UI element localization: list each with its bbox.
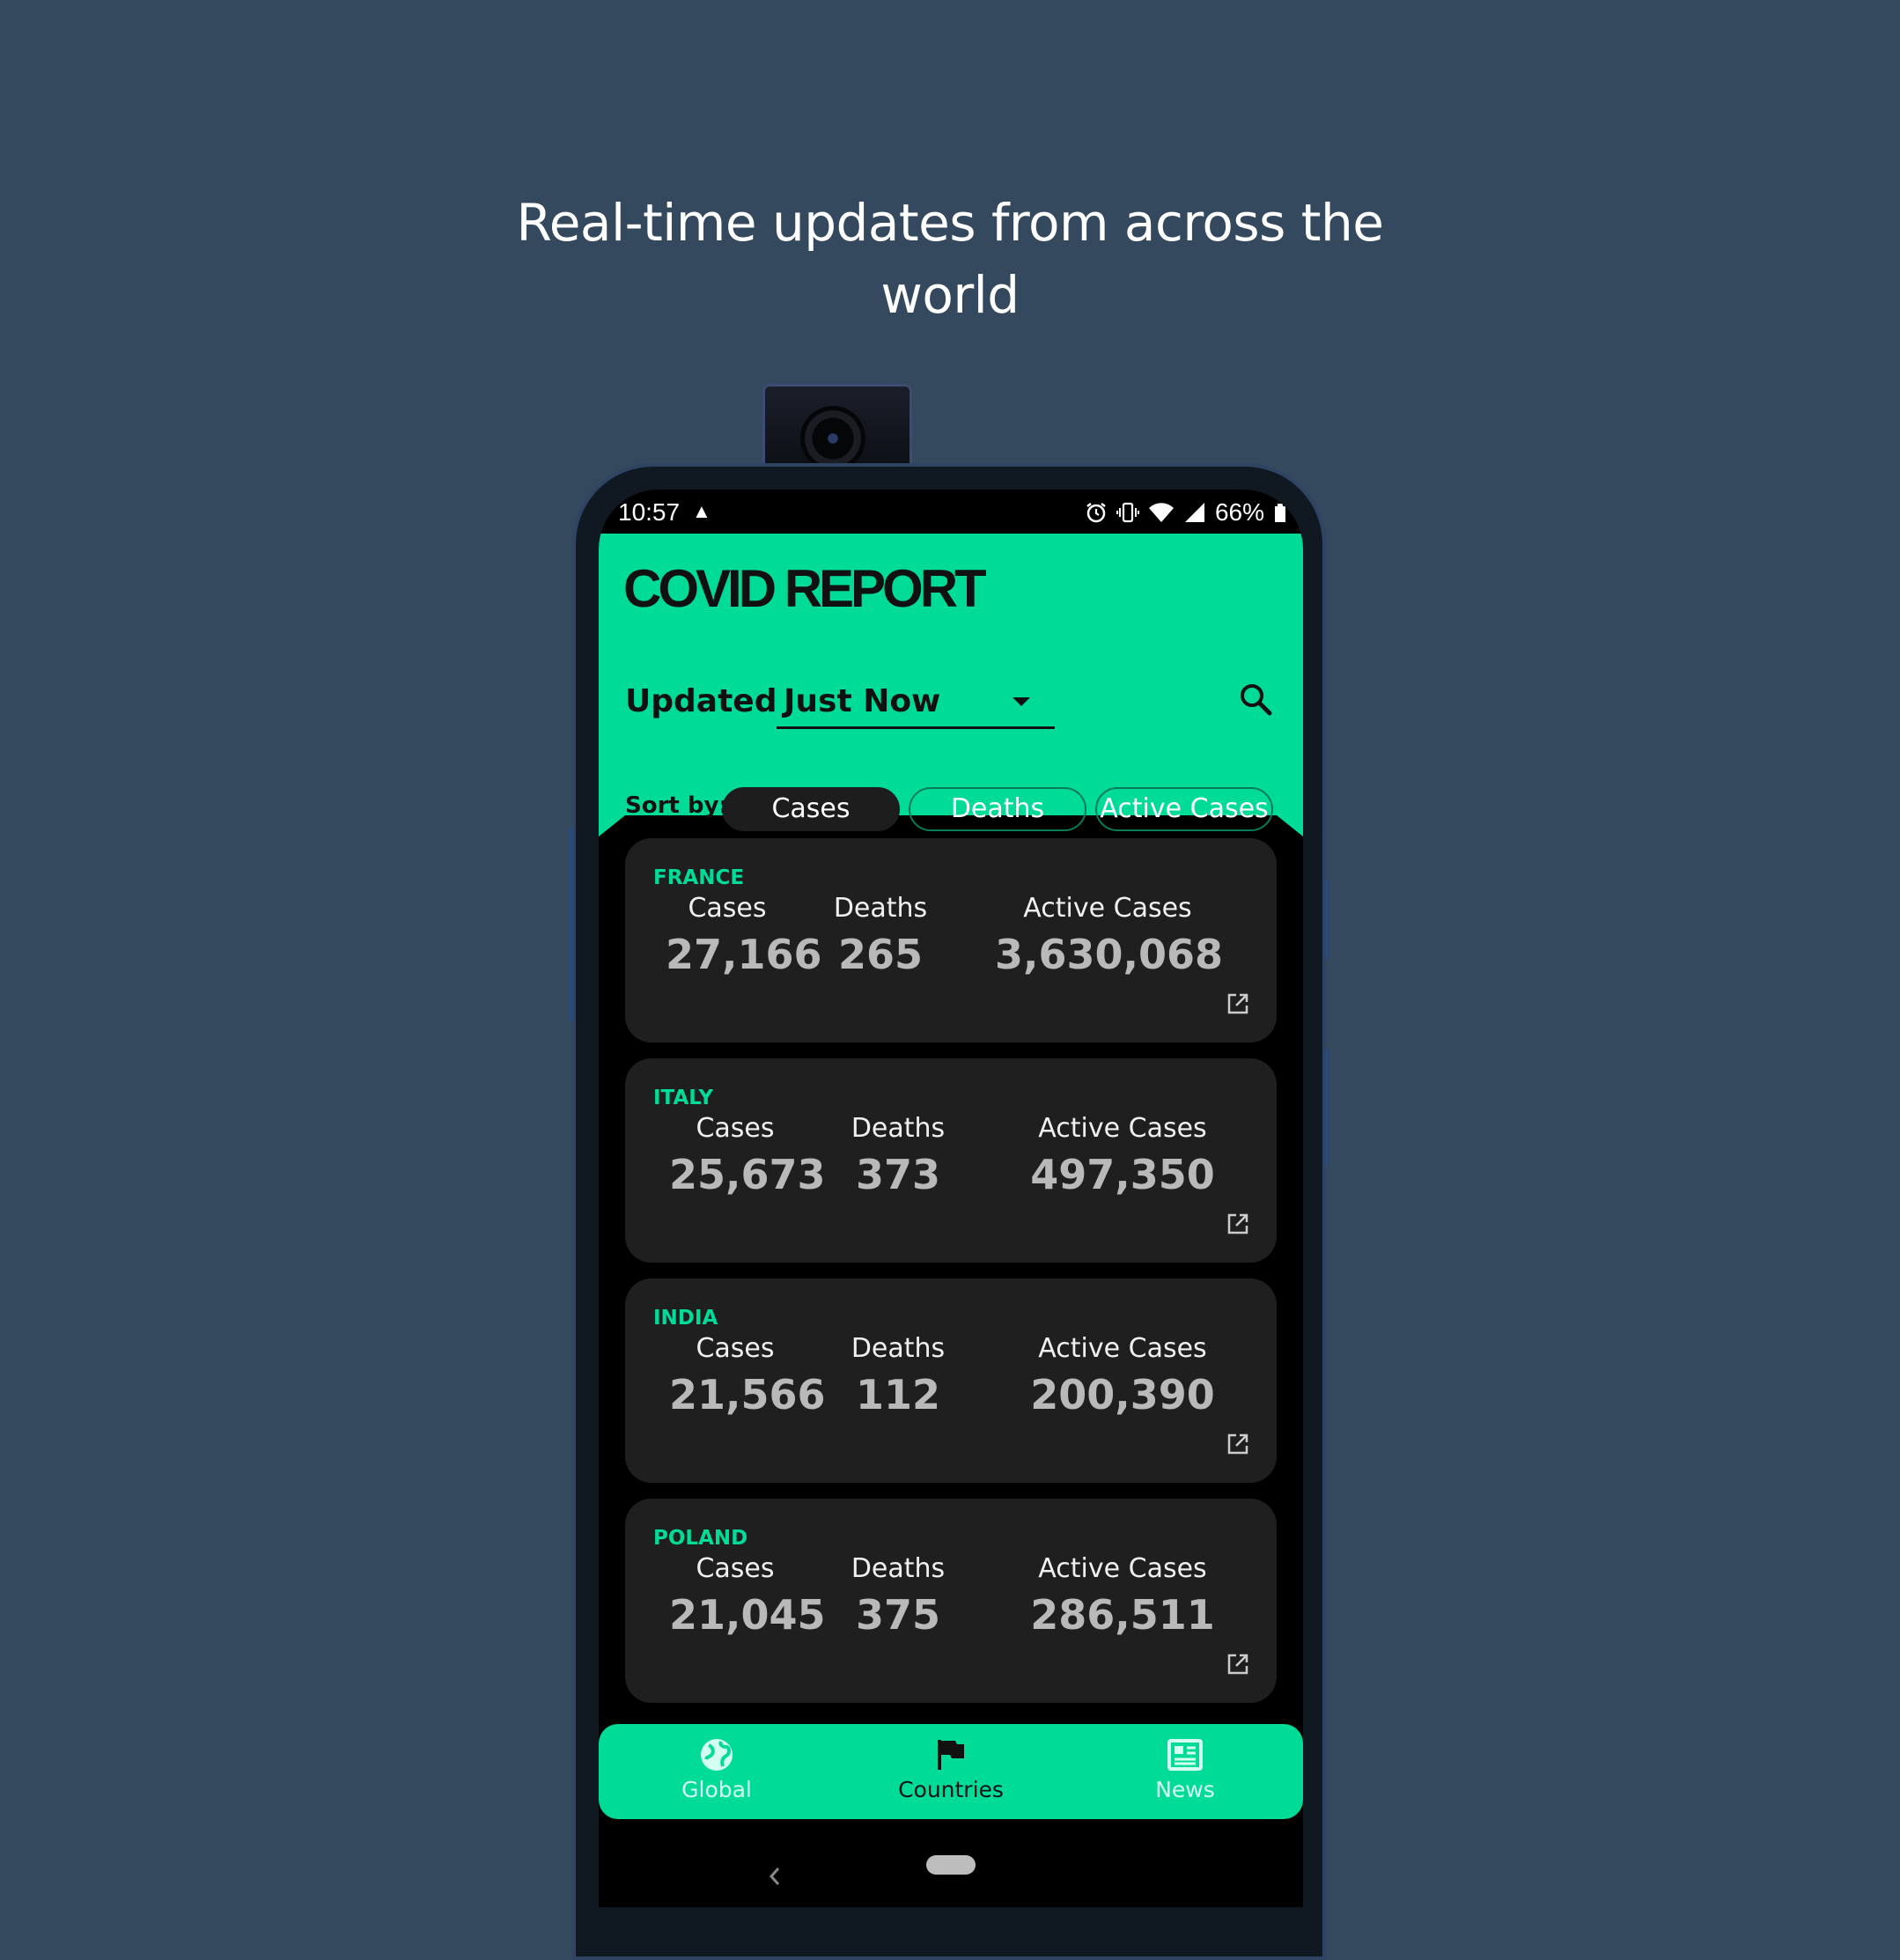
- notification-icon: ▲: [692, 500, 711, 522]
- active-label: Active Cases: [1038, 1333, 1207, 1364]
- sort-label: Sort by:: [625, 792, 728, 819]
- back-chevron-icon[interactable]: [766, 1863, 784, 1890]
- nav-global[interactable]: Global: [629, 1736, 805, 1802]
- battery-icon: [1275, 504, 1285, 522]
- nav-news[interactable]: News: [1097, 1736, 1273, 1802]
- wifi-icon: [1148, 503, 1174, 522]
- popup-camera: [762, 384, 912, 475]
- cases-value: 21,045: [669, 1591, 826, 1639]
- phone-side-button-left: [569, 828, 573, 1021]
- vibrate-icon: [1116, 502, 1139, 523]
- battery-percent: 66%: [1214, 498, 1264, 526]
- active-value: 497,350: [1030, 1151, 1215, 1198]
- active-stat: Active Cases 200,390: [1013, 1333, 1233, 1418]
- country-name: POLAND: [653, 1527, 748, 1550]
- updated-label: Updated: [625, 683, 777, 719]
- cases-stat: Cases 27,166: [666, 893, 822, 978]
- nav-news-label: News: [1155, 1777, 1215, 1802]
- flag-icon: [938, 1740, 964, 1770]
- country-card[interactable]: INDIA Cases 21,566 Deaths 112 Active Cas…: [625, 1278, 1277, 1483]
- country-card[interactable]: FRANCE Cases 27,166 Deaths 265 Active Ca…: [625, 838, 1277, 1043]
- deaths-stat: Deaths 375: [801, 1553, 995, 1639]
- header-corner-right: [1277, 815, 1303, 836]
- header-corner-left: [599, 815, 625, 836]
- deaths-label: Deaths: [851, 1553, 946, 1584]
- status-time: 10:57: [618, 498, 681, 526]
- active-stat: Active Cases 497,350: [1013, 1113, 1233, 1198]
- nav-global-label: Global: [681, 1777, 752, 1802]
- news-icon: [1167, 1739, 1203, 1771]
- country-card[interactable]: ITALY Cases 25,673 Deaths 373 Active Cas…: [625, 1058, 1277, 1263]
- status-icons: 66%: [1085, 498, 1287, 527]
- globe-icon: [701, 1739, 733, 1771]
- cases-value: 21,566: [669, 1371, 826, 1418]
- app-header: COVID REPORT Updated Just Now Sort by: C…: [599, 534, 1303, 831]
- open-external-icon[interactable]: [1226, 1652, 1250, 1676]
- deaths-stat: Deaths 112: [801, 1333, 995, 1418]
- search-icon[interactable]: [1236, 680, 1275, 718]
- phone-volume-button: [1325, 1048, 1329, 1167]
- cases-label: Cases: [688, 893, 767, 924]
- active-stat: Active Cases 286,511: [1013, 1553, 1233, 1639]
- cases-stat: Cases 21,566: [669, 1333, 826, 1418]
- cases-stat: Cases 21,045: [669, 1553, 826, 1639]
- alarm-icon: [1086, 503, 1106, 523]
- deaths-label: Deaths: [851, 1333, 946, 1364]
- updated-value: Just Now: [784, 683, 941, 719]
- cases-value: 25,673: [669, 1151, 826, 1198]
- updated-row: Updated Just Now: [625, 674, 1277, 729]
- deaths-label: Deaths: [851, 1113, 946, 1144]
- cases-label: Cases: [696, 1113, 775, 1144]
- active-label: Active Cases: [1023, 893, 1192, 924]
- sort-chip-active-cases[interactable]: Active Cases: [1095, 787, 1273, 831]
- headline-line-1: Real-time updates from across the: [516, 193, 1384, 253]
- headline-line-2: world: [880, 265, 1020, 325]
- cases-label: Cases: [696, 1333, 775, 1364]
- active-value: 286,511: [1030, 1591, 1215, 1639]
- bottom-navigation: Global Countries News: [599, 1724, 1303, 1819]
- phone-power-button: [1325, 881, 1329, 960]
- nav-countries[interactable]: Countries: [863, 1736, 1039, 1802]
- signal-icon: [1184, 503, 1204, 522]
- sort-chip-cases[interactable]: Cases: [722, 787, 900, 831]
- open-external-icon[interactable]: [1226, 1432, 1250, 1456]
- active-label: Active Cases: [1038, 1553, 1207, 1584]
- app-title: COVID REPORT: [623, 559, 987, 618]
- cases-value: 27,166: [666, 931, 822, 978]
- deaths-value: 112: [855, 1371, 941, 1418]
- home-pill-button[interactable]: [926, 1855, 976, 1875]
- deaths-label: Deaths: [833, 893, 928, 924]
- country-card[interactable]: POLAND Cases 21,045 Deaths 375 Active Ca…: [625, 1499, 1277, 1703]
- country-name: FRANCE: [653, 866, 745, 889]
- sort-chip-deaths[interactable]: Deaths: [909, 787, 1086, 831]
- deaths-value: 375: [855, 1591, 941, 1639]
- active-value: 200,390: [1030, 1371, 1215, 1418]
- cases-stat: Cases 25,673: [669, 1113, 826, 1198]
- sort-row: Sort by: Cases Deaths Active Cases: [625, 784, 1294, 833]
- active-stat: Active Cases 3,630,068: [995, 893, 1223, 978]
- deaths-stat: Deaths 373: [801, 1113, 995, 1198]
- deaths-value: 265: [837, 931, 924, 978]
- phone-screen: 10:57 ▲ 66% COVID REPORT Updated Just No…: [599, 490, 1303, 1907]
- open-external-icon[interactable]: [1226, 991, 1250, 1016]
- nav-countries-label: Countries: [898, 1777, 1004, 1802]
- dropdown-arrow-icon: [1013, 697, 1030, 706]
- updated-dropdown[interactable]: Just Now: [777, 674, 1055, 729]
- camera-lens-icon: [800, 406, 865, 471]
- country-name: ITALY: [653, 1087, 713, 1109]
- cases-label: Cases: [696, 1553, 775, 1584]
- active-label: Active Cases: [1038, 1113, 1207, 1144]
- marketing-headline: Real-time updates from across the world: [0, 187, 1900, 331]
- country-name: INDIA: [653, 1307, 718, 1330]
- deaths-value: 373: [855, 1151, 941, 1198]
- active-value: 3,630,068: [995, 931, 1223, 978]
- open-external-icon[interactable]: [1226, 1212, 1250, 1236]
- deaths-stat: Deaths 265: [784, 893, 977, 978]
- status-bar: 10:57 ▲ 66%: [599, 490, 1303, 534]
